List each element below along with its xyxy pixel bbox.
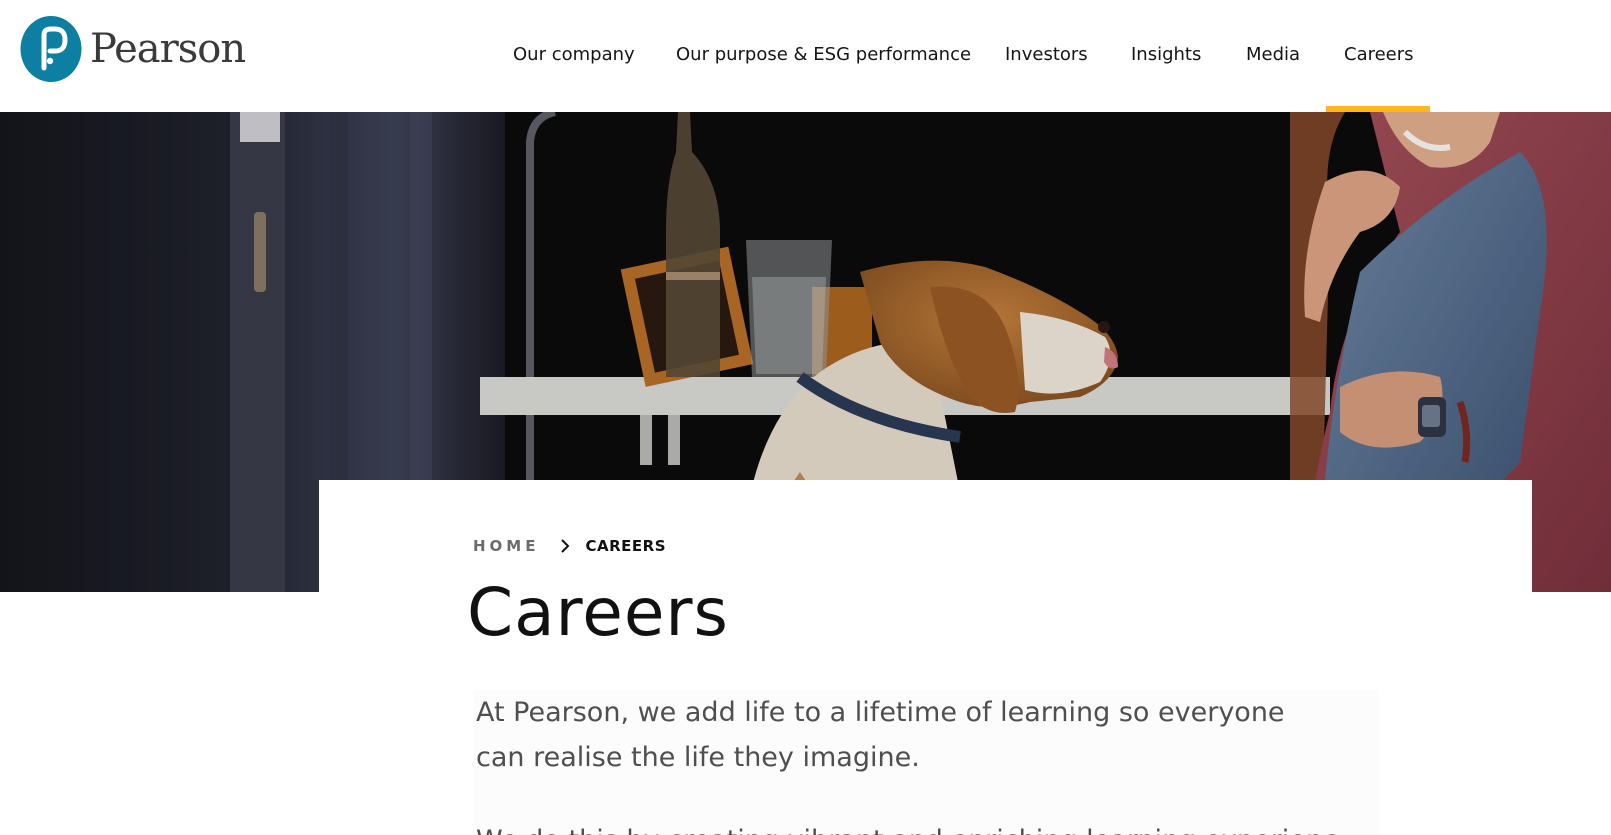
intro-paragraph: At Pearson, we add life to a lifetime of…	[476, 697, 1285, 773]
nav-investors[interactable]: Investors	[1005, 44, 1088, 66]
nav-media[interactable]: Media	[1246, 44, 1300, 66]
main-nav: Our company Our purpose & ESG performanc…	[0, 0, 1611, 112]
intro-section: At Pearson, we add life to a lifetime of…	[473, 690, 1378, 835]
intro-paragraph-continued: We do this by creating vibrant and enric…	[476, 818, 1336, 835]
chevron-right-icon	[561, 539, 570, 553]
breadcrumb-current: CAREERS	[585, 537, 666, 555]
site-header: Pearson Our company Our purpose & ESG pe…	[0, 0, 1611, 112]
nav-our-company[interactable]: Our company	[513, 44, 635, 66]
nav-our-purpose-esg[interactable]: Our purpose & ESG performance	[676, 44, 971, 66]
nav-insights[interactable]: Insights	[1131, 44, 1201, 66]
nav-careers[interactable]: Careers	[1344, 44, 1414, 66]
nav-active-indicator	[1326, 106, 1430, 112]
breadcrumb-home-link[interactable]: HOME	[473, 537, 539, 555]
breadcrumb: HOME CAREERS	[473, 537, 666, 555]
page-title: Careers	[467, 574, 729, 651]
